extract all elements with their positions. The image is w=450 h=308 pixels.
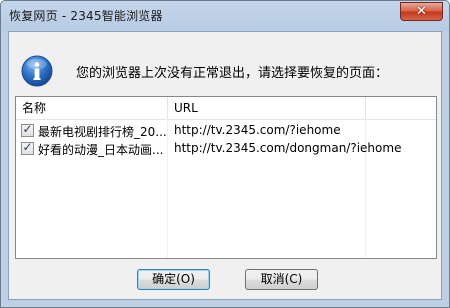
restore-pages-window: 恢复网页 - 2345智能浏览器 ✕ 您的浏览器上次没有正常退出，请选择要恢复的… xyxy=(0,0,450,308)
row-checkbox[interactable]: ✓ xyxy=(21,140,34,155)
title-bar[interactable]: 恢复网页 - 2345智能浏览器 ✕ xyxy=(1,1,449,29)
window-title: 恢复网页 - 2345智能浏览器 xyxy=(9,9,163,23)
column-header-name[interactable]: 名称 xyxy=(16,97,168,119)
page-name: 最新电视剧排行榜_20... xyxy=(38,125,166,139)
list-item[interactable]: ✓ 最新电视剧排行榜_20... http://tv.2345.com/?ieh… xyxy=(16,122,436,140)
cancel-button[interactable]: 取消(C) xyxy=(245,269,318,290)
checkmark-icon: ✓ xyxy=(22,122,33,136)
column-header-empty[interactable] xyxy=(366,97,436,119)
page-url: http://tv.2345.com/dongman/?iehome xyxy=(174,141,402,155)
row-checkbox[interactable]: ✓ xyxy=(21,122,34,137)
dialog-body: 您的浏览器上次没有正常退出，请选择要恢复的页面： 名称 URL ✓ 最新电视剧排… xyxy=(8,31,442,300)
checkmark-icon: ✓ xyxy=(22,140,33,154)
column-header-url[interactable]: URL xyxy=(168,97,366,119)
ok-button[interactable]: 确定(O) xyxy=(137,269,210,290)
restore-page-list[interactable]: 名称 URL ✓ 最新电视剧排行榜_20... http://tv.2345.c… xyxy=(15,96,437,259)
page-name: 好看的动漫_日本动画... xyxy=(38,143,164,157)
page-url: http://tv.2345.com/?iehome xyxy=(174,123,341,137)
info-icon xyxy=(21,55,53,87)
close-button[interactable]: ✕ xyxy=(400,2,443,21)
list-header: 名称 URL xyxy=(16,97,436,120)
close-icon: ✕ xyxy=(416,4,427,19)
list-item[interactable]: ✓ 好看的动漫_日本动画... http://tv.2345.com/dongm… xyxy=(16,140,436,158)
restore-prompt: 您的浏览器上次没有正常退出，请选择要恢复的页面： xyxy=(76,66,389,81)
